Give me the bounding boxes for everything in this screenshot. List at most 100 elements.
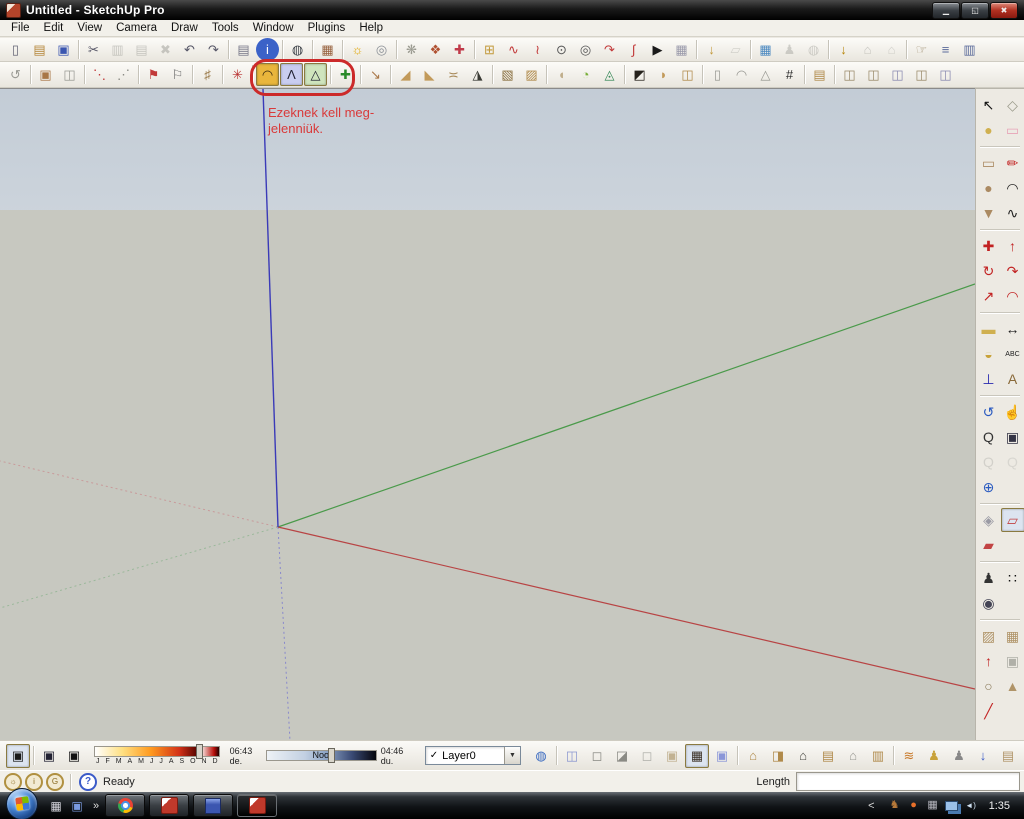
face-style-hidden-line[interactable]: ◻: [635, 744, 659, 768]
help-icon[interactable]: ?: [79, 772, 97, 791]
curve-dots-tool[interactable]: ⋱: [88, 63, 111, 86]
flag-white-tool[interactable]: ⚐: [166, 63, 189, 86]
plugin-figure-b[interactable]: ♟: [947, 744, 971, 768]
axes-tool[interactable]: ⊥: [977, 367, 1001, 391]
date-gradient-bar[interactable]: [94, 744, 220, 759]
threed-text-tool[interactable]: A: [1001, 367, 1024, 391]
print-button[interactable]: ▤: [232, 38, 255, 61]
new-document[interactable]: ▯: [4, 38, 27, 61]
display-section-cuts[interactable]: ▰: [977, 533, 1001, 557]
view-iso[interactable]: ⌂: [741, 744, 765, 768]
zoom-previous[interactable]: Q: [977, 450, 1001, 474]
preview-render[interactable]: ◎: [370, 38, 393, 61]
pan-tool[interactable]: ☝: [1001, 400, 1024, 424]
quicklaunch-chevron[interactable]: »: [93, 800, 99, 812]
face-style-textured[interactable]: ▦: [685, 743, 709, 768]
make-component-tool[interactable]: ◇: [1001, 93, 1024, 117]
arc-tool[interactable]: ◠: [1001, 176, 1024, 200]
export-box-tool[interactable]: ↘: [364, 63, 387, 86]
polygon-tool[interactable]: ▼: [977, 201, 1001, 225]
bend-box-tool[interactable]: ◫: [676, 63, 699, 86]
protractor-tool[interactable]: ◒: [977, 342, 1001, 366]
shadow-settings-dialog[interactable]: ▣: [6, 743, 30, 768]
rotate-tool[interactable]: ↻: [977, 259, 1001, 283]
status-coin-credit[interactable]: i: [25, 772, 43, 791]
component-options[interactable]: ≡: [934, 38, 957, 61]
figure-tool[interactable]: ♟: [778, 38, 801, 61]
layers-info-globe[interactable]: ◍: [529, 744, 553, 768]
push-pull-tool[interactable]: ↑: [1001, 234, 1024, 258]
menu-item-view[interactable]: View: [70, 21, 109, 35]
styles-browser[interactable]: ▦: [316, 38, 339, 61]
drawing-viewport[interactable]: Ezeknek kell meg- jelenniük.: [0, 59, 975, 741]
face-style-shaded[interactable]: ▣: [660, 744, 684, 768]
tray-volume[interactable]: ◄): [962, 797, 980, 815]
corner-tool-b[interactable]: ▤: [996, 744, 1020, 768]
column-tool[interactable]: ▯: [706, 63, 729, 86]
align-tool-c[interactable]: ◫: [886, 63, 909, 86]
look-around-tool[interactable]: ◉: [977, 591, 1001, 615]
tray-app-a[interactable]: ♞: [886, 797, 904, 815]
zoom-next[interactable]: Q: [1001, 450, 1024, 474]
minimize-button[interactable]: ▁: [932, 1, 960, 19]
select-tool[interactable]: ↖: [977, 93, 1001, 117]
text-tool[interactable]: ABC: [1001, 342, 1024, 366]
face-style-wireframe[interactable]: ◻: [585, 744, 609, 768]
menu-item-tools[interactable]: Tools: [205, 21, 246, 35]
ramp-down-tool[interactable]: ◣: [418, 63, 441, 86]
menu-item-draw[interactable]: Draw: [164, 21, 205, 35]
tray-chevron[interactable]: <: [868, 800, 874, 812]
view-left[interactable]: ▥: [866, 744, 890, 768]
offset-tool[interactable]: ◠: [1001, 284, 1024, 308]
paint-bucket-tool[interactable]: ●: [977, 118, 1001, 142]
task-sketchup-1[interactable]: [149, 794, 190, 817]
circle-tool[interactable]: ●: [977, 176, 1001, 200]
view-top[interactable]: ◨: [766, 744, 790, 768]
quicklaunch-floppy[interactable]: ▣: [67, 796, 87, 816]
flag-red-tool[interactable]: ⚑: [142, 63, 165, 86]
position-camera-tool[interactable]: ♟: [977, 566, 1001, 590]
zoom-tool[interactable]: Q: [977, 425, 1001, 449]
shape-balloon-tool[interactable]: ◔: [574, 63, 597, 86]
ramp-up-tool[interactable]: ◢: [394, 63, 417, 86]
smoove-tool[interactable]: ↑: [977, 649, 1001, 673]
layer-dropdown-arrow[interactable]: ▼: [504, 747, 520, 764]
erase-tool[interactable]: ✖: [154, 38, 177, 61]
face-style-xray[interactable]: ◫: [560, 744, 584, 768]
flip-edge-tool[interactable]: ╱: [977, 699, 1001, 723]
menu-item-camera[interactable]: Camera: [109, 21, 164, 35]
pin-tool[interactable]: ✚: [448, 38, 471, 61]
copy-tool[interactable]: ▥: [106, 38, 129, 61]
offset-arrow-tool[interactable]: ↺: [4, 63, 27, 86]
stamp-tool[interactable]: ▣: [1001, 649, 1024, 673]
time-gradient-bar[interactable]: Noon: [265, 748, 377, 763]
tray-keyboard[interactable]: ▦: [924, 797, 942, 815]
save-model[interactable]: ▣: [52, 38, 75, 61]
freehand-tool[interactable]: ∿: [1001, 201, 1024, 225]
tape-measure-tool[interactable]: ▬: [977, 317, 1001, 341]
frame-dark-tool[interactable]: ◩: [628, 63, 651, 86]
stack-boxes-tool[interactable]: ▤: [808, 63, 831, 86]
house-front-tool[interactable]: ⌂: [856, 38, 879, 61]
arc-wall-tool[interactable]: ◠: [730, 63, 753, 86]
quicklaunch-calculator[interactable]: ▦: [46, 796, 66, 816]
photo-texture-tool[interactable]: ▦: [754, 38, 777, 61]
fan-fold-tool[interactable]: ◗: [652, 63, 675, 86]
time-slider-handle[interactable]: [327, 748, 335, 763]
line-tool[interactable]: ✏: [1001, 151, 1024, 175]
menu-item-window[interactable]: Window: [246, 21, 301, 35]
walk-tool[interactable]: ∷: [1001, 566, 1024, 590]
send-to-layout[interactable]: ◍: [286, 38, 309, 61]
wire-dome-tool[interactable]: ◬: [598, 63, 621, 86]
face-style-monochrome[interactable]: ▣: [710, 744, 734, 768]
restore-button[interactable]: ◱: [961, 1, 989, 19]
align-tool-e[interactable]: ◫: [934, 63, 957, 86]
circle-center-tool[interactable]: ⊙: [550, 38, 573, 61]
menu-item-help[interactable]: Help: [352, 21, 390, 35]
dimension-tool[interactable]: ↔: [1001, 317, 1024, 341]
globe-tool[interactable]: ◍: [802, 38, 825, 61]
bezier-curve-tool[interactable]: ∿: [502, 38, 525, 61]
layer-dropdown[interactable]: ✓ Layer0 ▼: [424, 746, 521, 765]
shadow-time-toggle[interactable]: ▣: [62, 744, 86, 768]
model-info-button[interactable]: i: [256, 38, 279, 61]
